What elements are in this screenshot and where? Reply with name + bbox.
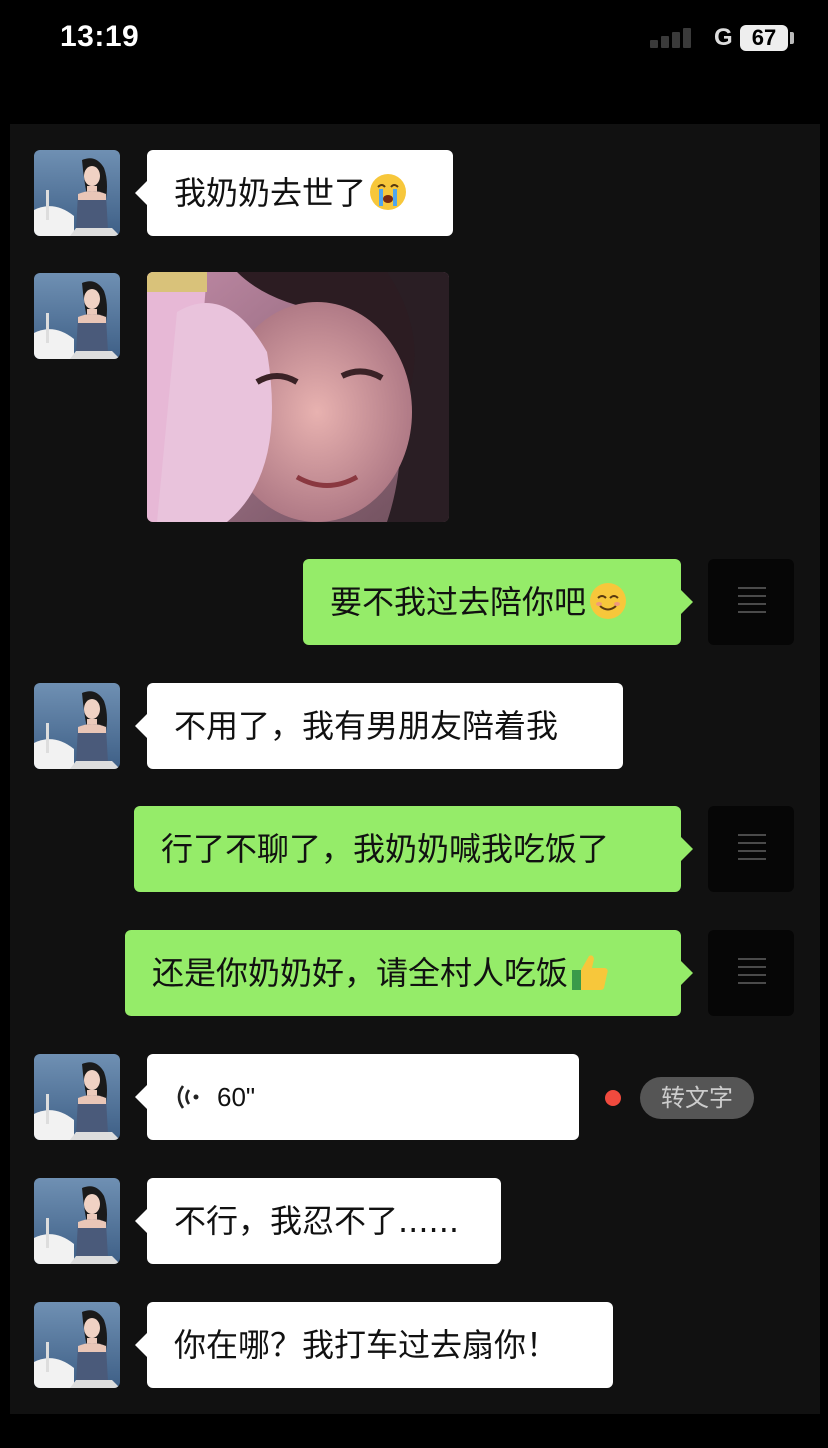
contact-avatar[interactable] — [34, 1054, 120, 1140]
battery-tip — [790, 32, 794, 44]
status-time: 13:19 — [60, 20, 140, 53]
smiling-face-icon — [590, 583, 627, 619]
my-avatar[interactable] — [708, 806, 794, 892]
voice-message-bubble[interactable]: 60" — [135, 1054, 579, 1140]
crying-face-icon — [370, 174, 407, 210]
contact-avatar[interactable] — [34, 1302, 120, 1388]
voice-duration: 60" — [217, 1082, 256, 1112]
message-bubble-incoming[interactable]: 你在哪？我打车过去扇你！ — [135, 1302, 613, 1388]
message-text: 不行，我忍不了...... — [174, 1202, 460, 1240]
contact-avatar[interactable] — [34, 683, 120, 769]
contact-avatar[interactable] — [34, 150, 120, 236]
my-avatar[interactable] — [708, 559, 794, 645]
message-bubble-incoming[interactable]: 不用了，我有男朋友陪着我 — [135, 683, 623, 769]
status-bar: 13:19 G 67 — [0, 0, 828, 80]
message-bubble-outgoing[interactable]: 行了不聊了，我奶奶喊我吃饭了 — [134, 806, 693, 892]
unread-dot — [605, 1090, 621, 1106]
voice-wave-icon — [177, 1085, 199, 1109]
message-text: 要不我过去陪你吧 — [330, 583, 587, 621]
message-bubble-outgoing[interactable]: 要不我过去陪你吧 — [303, 559, 693, 645]
battery-icon: 67 — [740, 25, 788, 51]
message-text: 还是你奶奶好，请全村人吃饭 — [152, 954, 569, 992]
thumbs-up-icon — [572, 955, 608, 990]
message-bubble-incoming[interactable]: 我奶奶去世了 — [135, 150, 453, 236]
my-avatar[interactable] — [708, 930, 794, 1016]
message-bubble-outgoing[interactable]: 还是你奶奶好，请全村人吃饭 — [125, 930, 693, 1016]
contact-avatar[interactable] — [34, 1178, 120, 1264]
contact-avatar[interactable] — [34, 273, 120, 359]
transcribe-button[interactable]: 转文字 — [640, 1077, 754, 1119]
message-text: 行了不聊了，我奶奶喊我吃饭了 — [161, 830, 610, 868]
message-text: 我奶奶去世了 — [174, 174, 367, 212]
message-text: 不用了，我有男朋友陪着我 — [174, 707, 559, 745]
message-bubble-incoming[interactable]: 不行，我忍不了...... — [135, 1178, 501, 1264]
message-image[interactable] — [147, 272, 449, 522]
network-type: G — [714, 24, 733, 51]
signal-icon — [650, 28, 720, 52]
message-text: 你在哪？我打车过去扇你！ — [174, 1326, 559, 1364]
